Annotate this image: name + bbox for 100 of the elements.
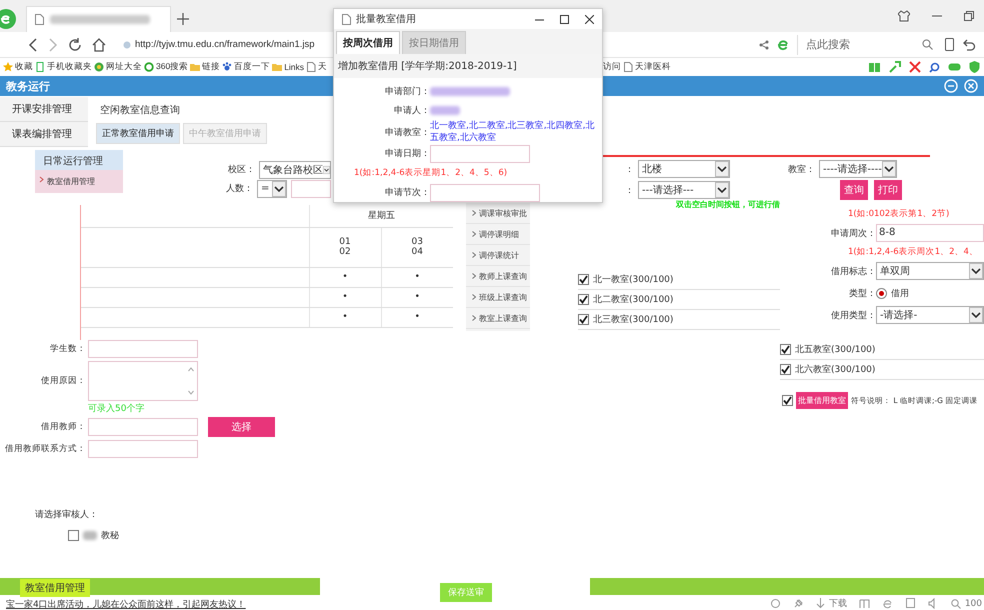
checkbox-label: 北二教室(300/100) xyxy=(593,294,674,306)
search-icon[interactable] xyxy=(929,62,940,72)
phone-icon[interactable] xyxy=(945,38,954,51)
restore-icon[interactable] xyxy=(964,11,974,21)
batch-borrow-button[interactable]: 批量借用教室 xyxy=(796,392,848,409)
bookmark-item[interactable]: 天 xyxy=(306,61,328,73)
download-button[interactable]: 下载 xyxy=(816,597,847,610)
bookmark-item[interactable]: 天津医科 xyxy=(623,61,671,73)
period-field[interactable] xyxy=(430,184,540,202)
checkbox-label: 北三教室(300/100) xyxy=(593,314,674,326)
close-icon[interactable] xyxy=(585,14,594,24)
query-button[interactable]: 查询 xyxy=(840,180,868,200)
slot-cell[interactable]: • xyxy=(342,312,348,322)
check-icon xyxy=(783,396,792,405)
ring-icon xyxy=(144,62,154,72)
text-field[interactable] xyxy=(88,440,198,458)
bookmark-item[interactable]: 访问 xyxy=(603,61,621,73)
pin-icon[interactable] xyxy=(792,598,804,609)
chevron-icon xyxy=(472,294,476,300)
dropdown[interactable]: -请选择- xyxy=(876,306,984,324)
checkbox[interactable] xyxy=(578,294,589,305)
section-heading: 增加教室借用 [学年学期:2018-2019-1] xyxy=(334,54,602,78)
slot-cell[interactable]: • xyxy=(414,312,420,322)
slot-cell[interactable]: • xyxy=(414,292,420,302)
sidebar-item[interactable]: 开课安排管理 xyxy=(0,97,88,122)
select-button[interactable]: 选择 xyxy=(208,417,275,437)
checkbox[interactable] xyxy=(578,314,589,325)
textarea-field[interactable] xyxy=(88,361,198,401)
chevron-icon xyxy=(39,176,44,183)
caret-icon xyxy=(969,307,983,323)
menu-heading: 日常运行管理 xyxy=(35,150,123,170)
checkbox[interactable] xyxy=(782,395,793,406)
browser-e-icon[interactable] xyxy=(882,598,893,609)
field-label: 教室： xyxy=(788,164,815,176)
zoom-level[interactable]: 100 xyxy=(950,598,982,608)
dropdown[interactable]: 北楼 xyxy=(638,160,730,178)
slot-cell[interactable]: • xyxy=(342,292,348,302)
field-label: ： xyxy=(625,164,634,176)
shirt-icon[interactable] xyxy=(898,10,910,22)
text-field[interactable] xyxy=(88,340,198,358)
bookmark-item[interactable]: 360搜索 xyxy=(144,61,188,73)
checkbox[interactable] xyxy=(780,364,791,375)
classroom-link[interactable]: 北一教室,北二教室,北三教室,北四教室,北五教室,北六教室 xyxy=(430,120,602,144)
dropdown[interactable]: 气象台路校区 xyxy=(259,160,331,178)
window-icon[interactable] xyxy=(858,598,870,609)
address-field[interactable]: http://tyjw.tmu.edu.cn/framework/main1.jsp xyxy=(120,34,315,54)
bookmark-item[interactable]: 手机收藏夹 xyxy=(35,61,92,73)
tab[interactable]: 按周次借用 xyxy=(336,31,400,54)
home-icon[interactable] xyxy=(92,38,106,52)
chevron-icon xyxy=(472,252,476,258)
print-button[interactable]: 打印 xyxy=(874,180,902,200)
radio-button[interactable] xyxy=(876,288,887,298)
field-label: 类型： xyxy=(848,288,876,300)
paw-icon xyxy=(222,62,232,72)
share-icon[interactable] xyxy=(759,40,769,50)
checkbox[interactable] xyxy=(68,530,79,541)
bookmark-item[interactable]: Links xyxy=(272,62,304,72)
week-field[interactable]: 8-8 xyxy=(876,224,984,242)
bookmark-item[interactable]: 收藏 xyxy=(3,61,33,73)
screen-icon[interactable] xyxy=(904,598,916,609)
slot-cell[interactable]: • xyxy=(414,272,420,282)
menu-link[interactable]: 调停课明细 xyxy=(466,224,530,245)
submenu-item[interactable]: 教室借用管理 xyxy=(35,170,123,193)
caret-icon xyxy=(882,161,896,177)
field-label: 借用标志： xyxy=(830,266,876,278)
date-field[interactable] xyxy=(430,144,530,162)
check-icon xyxy=(579,295,588,304)
bookmark-item[interactable]: 链接 xyxy=(190,61,220,73)
dropdown[interactable]: = xyxy=(257,180,287,198)
chevron-icon xyxy=(472,315,476,321)
shield-icon[interactable] xyxy=(969,61,980,73)
scroll-arrows-icon xyxy=(188,366,194,396)
back-icon[interactable] xyxy=(28,38,38,52)
number-field[interactable] xyxy=(291,180,331,198)
dialog-title: 批量教室借用 xyxy=(356,12,416,26)
plus-icon[interactable] xyxy=(177,13,189,25)
news-link[interactable]: 宝一家4口出席活动，儿媳在公众面前这样，引起网友热议！ xyxy=(6,598,246,610)
search-field[interactable]: 点此搜索 xyxy=(797,34,937,54)
page-icon xyxy=(342,14,351,24)
menu-link[interactable]: 调停课统计 xyxy=(466,245,530,266)
dropdown[interactable]: 单双周 xyxy=(876,262,984,280)
reload-icon[interactable] xyxy=(68,38,82,52)
tab[interactable]: 正常教室借用申请 xyxy=(96,123,180,144)
bookmark-item[interactable]: 网址大全 xyxy=(94,61,142,73)
tab[interactable]: 教室借用管理 xyxy=(20,579,90,597)
dropdown[interactable]: ---请选择--- xyxy=(638,181,730,199)
checkbox[interactable] xyxy=(578,274,589,285)
slot-cell[interactable]: • xyxy=(342,272,348,282)
menu-link[interactable]: 班级上课查询 xyxy=(466,287,530,308)
teacher-field[interactable] xyxy=(88,418,198,436)
menu-link[interactable]: 教师上课查询 xyxy=(466,266,530,287)
field-label: 申请部门： xyxy=(384,86,430,98)
bookmark-item[interactable]: 百度一下 xyxy=(222,61,270,73)
folder-icon xyxy=(272,62,282,72)
maximize-icon[interactable] xyxy=(560,14,569,24)
sidebar-item[interactable]: 课表编排管理 xyxy=(0,122,88,147)
menu-link[interactable]: 教室上课查询 xyxy=(466,308,530,329)
dropdown[interactable]: ----请选择---- xyxy=(819,160,897,178)
browser-e-icon[interactable] xyxy=(777,38,789,50)
checkbox[interactable] xyxy=(780,344,791,355)
